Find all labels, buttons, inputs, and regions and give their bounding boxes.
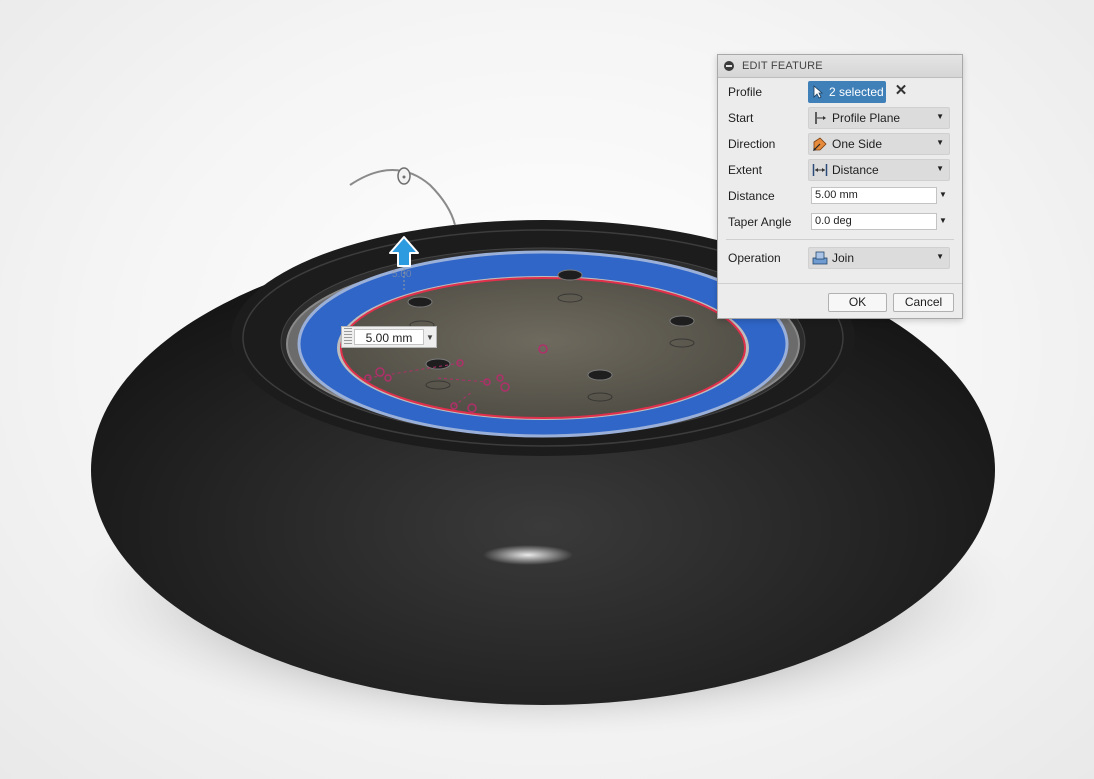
distance-input[interactable]: 5.00 mm (811, 187, 937, 204)
taper-angle-row: Taper Angle 0.0 deg ▼ (718, 211, 962, 233)
distance-label: Distance (728, 189, 775, 203)
one-side-icon (812, 136, 828, 152)
operation-value: Join (832, 251, 855, 265)
chevron-down-icon: ▼ (936, 112, 944, 121)
direction-label: Direction (728, 137, 776, 151)
edit-feature-dialog: EDIT FEATURE Profile 2 selected ✕ Start … (717, 54, 963, 319)
dialog-footer: OK Cancel (718, 283, 962, 319)
operation-row: Operation Join ▼ (718, 247, 962, 269)
direction-dropdown[interactable]: One Side ▼ (808, 133, 950, 155)
profile-plane-icon (812, 110, 828, 126)
start-dropdown[interactable]: Profile Plane ▼ (808, 107, 950, 129)
profile-row: Profile 2 selected ✕ (718, 81, 962, 103)
divider (726, 239, 954, 240)
dimension-value-field[interactable]: 5.00 mm (354, 329, 424, 345)
profile-edge (340, 277, 746, 419)
ghost-dimension: 5.00 (392, 269, 412, 280)
operation-dropdown[interactable]: Join ▼ (808, 247, 950, 269)
direction-row: Direction One Side ▼ (718, 133, 962, 155)
taper-angle-label: Taper Angle (728, 215, 792, 229)
profile-label: Profile (728, 85, 763, 99)
chevron-down-icon[interactable]: ▼ (939, 216, 947, 225)
rotation-manipulator[interactable] (349, 167, 456, 226)
start-value: Profile Plane (832, 111, 901, 125)
dialog-title: EDIT FEATURE (742, 60, 823, 72)
chevron-down-icon: ▼ (936, 252, 944, 261)
distance-dimension-input[interactable]: 5.00 mm ▼ (341, 326, 437, 348)
start-row: Start Profile Plane ▼ (718, 107, 962, 129)
clear-selection-icon[interactable]: ✕ (894, 83, 908, 99)
chevron-down-icon[interactable]: ▼ (424, 333, 436, 342)
drag-grip-icon[interactable] (344, 328, 352, 346)
chevron-down-icon: ▼ (936, 138, 944, 147)
extent-value: Distance (832, 163, 879, 177)
distance-icon (812, 162, 828, 178)
start-label: Start (728, 111, 754, 125)
distance-row: Distance 5.00 mm ▼ (718, 185, 962, 207)
join-icon (812, 250, 828, 266)
cursor-arrow-icon (813, 84, 827, 100)
chevron-down-icon[interactable]: ▼ (939, 190, 947, 199)
operation-label: Operation (728, 251, 781, 265)
profile-select-label: 2 selected (829, 85, 884, 99)
extent-row: Extent Distance ▼ (718, 159, 962, 181)
taper-angle-input[interactable]: 0.0 deg (811, 213, 937, 230)
cancel-button[interactable]: Cancel (893, 293, 954, 312)
collapse-icon[interactable] (724, 61, 734, 71)
dialog-header: EDIT FEATURE (718, 55, 962, 78)
ok-button[interactable]: OK (828, 293, 887, 312)
extent-dropdown[interactable]: Distance ▼ (808, 159, 950, 181)
chevron-down-icon: ▼ (936, 164, 944, 173)
direction-value: One Side (832, 137, 883, 151)
extent-label: Extent (728, 163, 763, 177)
profile-select-button[interactable]: 2 selected (808, 81, 886, 103)
